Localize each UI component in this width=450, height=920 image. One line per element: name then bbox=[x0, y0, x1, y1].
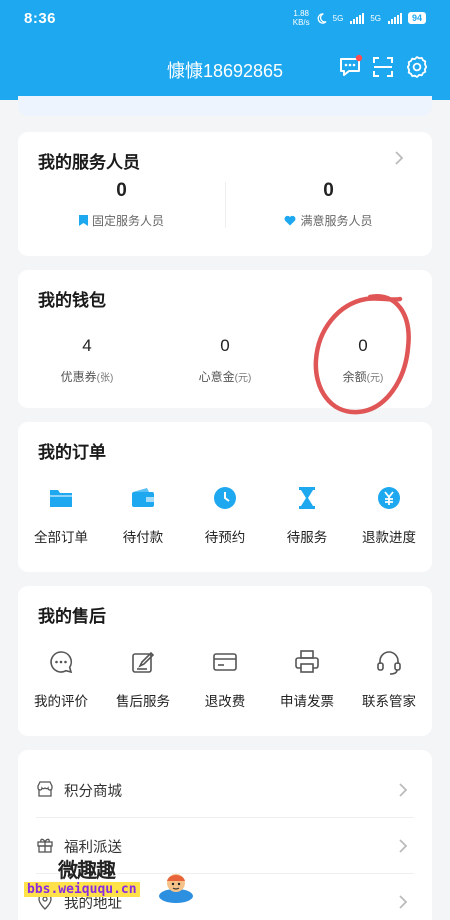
order-pending-booking-label: 待预约 bbox=[204, 530, 246, 545]
points-mall-row[interactable]: 积分商城 bbox=[18, 762, 432, 818]
status-bar: 8:36 1.88 KB/s 5G 5G 94 bbox=[0, 0, 450, 36]
wallet-icon bbox=[132, 488, 154, 507]
headset-icon bbox=[377, 651, 401, 675]
title-bar: 慷慷18692865 bbox=[0, 48, 450, 88]
service-staff-card[interactable]: 我的服务人员 0 固定服务人员 0 满意服务人员 bbox=[18, 132, 432, 256]
bookmark-icon bbox=[78, 215, 88, 226]
wallet-title: 我的钱包 bbox=[38, 291, 106, 310]
order-refund-progress-label: 退款进度 bbox=[362, 530, 416, 545]
coupon-stat[interactable]: 4 优惠券(张) bbox=[18, 336, 156, 385]
coupon-label-row: 优惠券(张) bbox=[18, 368, 156, 385]
status-time: 8:36 bbox=[24, 9, 57, 27]
orders-card: 我的订单 全部订单 待付款 待预约 待服务 退款进度 bbox=[18, 422, 432, 572]
annotation-circle bbox=[313, 294, 411, 415]
request-invoice-label: 申请发票 bbox=[280, 694, 334, 709]
gift-money-label: 心意金 bbox=[198, 370, 235, 384]
fixed-staff-stat[interactable]: 0 固定服务人员 bbox=[18, 180, 225, 229]
printer-icon bbox=[295, 650, 319, 673]
folder-icon bbox=[50, 490, 72, 507]
fixed-staff-label: 固定服务人员 bbox=[91, 214, 164, 228]
watermark-mascot-icon bbox=[159, 874, 193, 903]
watermark-title: 微趣趣 bbox=[58, 860, 116, 882]
heart-icon bbox=[285, 215, 296, 226]
edit-icon bbox=[132, 651, 155, 673]
network-speed-unit: KB/s bbox=[292, 18, 310, 27]
orders-title: 我的订单 bbox=[38, 443, 106, 462]
gift-icon bbox=[37, 838, 53, 853]
service-staff-title: 我的服务人员 bbox=[38, 153, 140, 172]
signal-label-1: 5G bbox=[332, 13, 344, 23]
after-sales-service-label: 售后服务 bbox=[116, 694, 170, 709]
coupon-unit: (张) bbox=[96, 373, 114, 384]
points-mall-label: 积分商城 bbox=[64, 784, 122, 800]
hourglass-icon bbox=[299, 487, 315, 509]
refund-change-fee-button[interactable]: 退改费 bbox=[184, 648, 266, 710]
order-pending-service-label: 待服务 bbox=[286, 530, 328, 545]
after-sales-card: 我的售后 我的评价 售后服务 退改费 申请发票 联系管家 bbox=[18, 586, 432, 736]
gift-money-stat[interactable]: 0 心意金(元) bbox=[156, 336, 294, 385]
settings-icon[interactable] bbox=[404, 54, 430, 80]
card-icon bbox=[213, 653, 237, 671]
satisfied-staff-stat[interactable]: 0 满意服务人员 bbox=[225, 180, 432, 229]
my-reviews-button[interactable]: 我的评价 bbox=[20, 648, 102, 710]
gift-money-amount: 0 bbox=[220, 336, 230, 355]
status-indicators: 1.88 KB/s 5G 5G 94 bbox=[293, 9, 426, 27]
network-speed-value: 1.88 bbox=[293, 9, 309, 18]
order-pending-payment-button[interactable]: 待付款 bbox=[102, 484, 184, 546]
order-pending-booking-button[interactable]: 待预约 bbox=[184, 484, 266, 546]
satisfied-staff-count: 0 bbox=[323, 180, 334, 201]
signal-label-2: 5G bbox=[370, 13, 381, 23]
satisfied-staff-label: 满意服务人员 bbox=[300, 214, 373, 228]
request-invoice-button[interactable]: 申请发票 bbox=[266, 648, 348, 710]
order-refund-progress-button[interactable]: 退款进度 bbox=[348, 484, 430, 546]
chevron-right-icon bbox=[399, 783, 408, 797]
fixed-staff-count: 0 bbox=[116, 180, 127, 201]
yen-icon bbox=[378, 487, 400, 509]
coupon-count: 4 bbox=[82, 336, 92, 355]
shop-icon bbox=[37, 781, 53, 797]
message-icon[interactable] bbox=[337, 54, 363, 80]
moon-icon bbox=[317, 12, 327, 24]
chevron-right-icon bbox=[399, 839, 408, 853]
refund-change-fee-label: 退改费 bbox=[204, 694, 246, 709]
banner-peek bbox=[18, 96, 432, 116]
gift-money-label-row: 心意金(元) bbox=[156, 368, 294, 385]
watermark-url: bbs.weiququ.cn bbox=[24, 882, 140, 897]
after-sales-title: 我的售后 bbox=[38, 607, 106, 626]
chat-icon bbox=[50, 651, 73, 674]
scan-icon[interactable] bbox=[370, 54, 396, 80]
after-sales-service-button[interactable]: 售后服务 bbox=[102, 648, 184, 710]
order-pending-payment-label: 待付款 bbox=[122, 530, 164, 545]
satisfied-staff-label-row: 满意服务人员 bbox=[225, 212, 432, 229]
clock-icon bbox=[214, 487, 236, 509]
my-reviews-label: 我的评价 bbox=[34, 694, 88, 709]
battery-indicator: 94 bbox=[407, 12, 426, 24]
chevron-right-icon bbox=[399, 895, 408, 909]
network-speed: 1.88 KB/s bbox=[293, 9, 310, 27]
order-pending-service-button[interactable]: 待服务 bbox=[266, 484, 348, 546]
signal-icon-2 bbox=[387, 12, 402, 24]
signal-icon bbox=[350, 12, 365, 24]
contact-butler-label: 联系管家 bbox=[362, 694, 416, 709]
coupon-label: 优惠券 bbox=[60, 370, 97, 384]
order-all-label: 全部订单 bbox=[34, 530, 88, 545]
fixed-staff-label-row: 固定服务人员 bbox=[18, 212, 225, 229]
app-header: 8:36 1.88 KB/s 5G 5G 94 慷慷18692865 bbox=[0, 0, 450, 100]
contact-butler-button[interactable]: 联系管家 bbox=[348, 648, 430, 710]
chevron-right-icon[interactable] bbox=[394, 150, 404, 166]
order-all-button[interactable]: 全部订单 bbox=[20, 484, 102, 546]
gift-money-unit: (元) bbox=[234, 373, 252, 384]
